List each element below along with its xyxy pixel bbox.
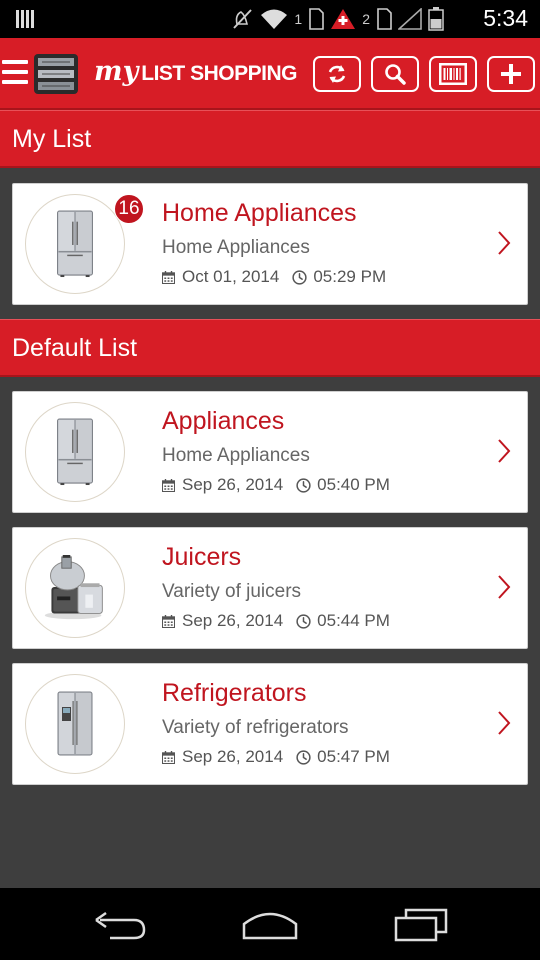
signal-icon	[398, 8, 422, 30]
barcode-icon	[439, 63, 467, 85]
list-item-time: 05:44 PM	[317, 611, 390, 630]
notification-bars-icon	[16, 10, 34, 28]
recent-apps-icon[interactable]	[390, 904, 454, 944]
sim-icon	[309, 8, 325, 30]
juicer-image	[25, 538, 125, 638]
chevron-right-icon	[497, 230, 511, 256]
home-icon[interactable]	[238, 904, 302, 944]
list-item-time: 05:29 PM	[313, 267, 387, 286]
search-icon	[385, 64, 406, 85]
alert-icon	[331, 9, 356, 29]
sync-icon	[328, 65, 346, 83]
back-icon[interactable]	[88, 904, 152, 944]
list-item[interactable]: Appliances Home Appliances Sep 26, 2014 …	[12, 391, 528, 513]
section-default-list: Default List	[0, 319, 540, 377]
list-item-date: Sep 26, 2014	[182, 611, 284, 630]
item-count-badge: 16	[114, 194, 144, 224]
sim2-label: 2	[362, 11, 370, 27]
list-item-meta: Oct 01, 2014 05:29 PM	[162, 267, 386, 287]
app-brand: my LIST SHOPPING	[94, 56, 297, 87]
refrigerator-image	[25, 194, 125, 294]
brand-script: my	[94, 56, 139, 87]
list-item-subtitle: Variety of refrigerators	[162, 717, 349, 738]
app-header: my LIST SHOPPING	[0, 38, 540, 110]
chevron-right-icon	[497, 710, 511, 736]
brand-text: LIST SHOPPING	[141, 62, 297, 85]
list-item[interactable]: 16 Home Appliances Home Appliances Oct 0…	[12, 183, 528, 305]
calendar-icon	[162, 751, 175, 764]
status-icons: 1 2	[232, 7, 444, 31]
list-item-time: 05:47 PM	[317, 747, 390, 766]
search-button[interactable]	[371, 56, 419, 92]
plus-icon	[501, 64, 521, 84]
list-item-time: 05:40 PM	[317, 475, 390, 494]
app-logo-icon	[34, 54, 78, 94]
refrigerator-image	[25, 402, 125, 502]
list-item[interactable]: Refrigerators Variety of refrigerators S…	[12, 663, 528, 785]
clock-icon	[296, 750, 311, 765]
list-item[interactable]: Juicers Variety of juicers Sep 26, 2014 …	[12, 527, 528, 649]
calendar-icon	[162, 615, 175, 628]
section-title: Default List	[12, 334, 138, 362]
menu-icon[interactable]	[2, 60, 28, 88]
chevron-right-icon	[497, 438, 511, 464]
barcode-button[interactable]	[429, 56, 477, 92]
list-item-meta: Sep 26, 2014 05:47 PM	[162, 747, 390, 767]
list-item-date: Sep 26, 2014	[182, 747, 284, 766]
list-item-date: Oct 01, 2014	[182, 267, 280, 286]
wifi-icon	[261, 9, 288, 29]
sync-button[interactable]	[313, 56, 361, 92]
list-item-subtitle: Variety of juicers	[162, 581, 302, 602]
list-item-meta: Sep 26, 2014 05:44 PM	[162, 611, 390, 631]
status-time: 5:34	[483, 5, 528, 31]
list-item-title: Refrigerators	[162, 679, 307, 707]
calendar-icon	[162, 479, 175, 492]
side-by-side-refrigerator-image	[25, 674, 125, 774]
list-item-title: Home Appliances	[162, 199, 357, 227]
list-item-title: Appliances	[162, 407, 285, 435]
battery-icon	[428, 7, 444, 31]
list-item-meta: Sep 26, 2014 05:40 PM	[162, 475, 390, 495]
chevron-right-icon	[497, 574, 511, 600]
list-item-subtitle: Home Appliances	[162, 445, 310, 466]
list-item-title: Juicers	[162, 543, 242, 571]
content-area: My List 16 Home Appliances Home Applianc…	[0, 110, 540, 888]
status-bar: 1 2 5:34	[0, 0, 540, 38]
clock-icon	[296, 614, 311, 629]
sim1-label: 1	[294, 11, 303, 27]
system-nav-bar	[0, 888, 540, 960]
calendar-icon	[162, 271, 175, 284]
sim2-icon	[377, 8, 392, 30]
clock-icon	[292, 270, 307, 285]
mute-icon	[233, 9, 253, 29]
clock-icon	[296, 478, 311, 493]
section-my-list: My List	[0, 110, 540, 168]
add-list-button[interactable]	[487, 56, 535, 92]
section-title: My List	[12, 125, 92, 153]
list-item-date: Sep 26, 2014	[182, 475, 284, 494]
list-item-subtitle: Home Appliances	[162, 237, 310, 258]
